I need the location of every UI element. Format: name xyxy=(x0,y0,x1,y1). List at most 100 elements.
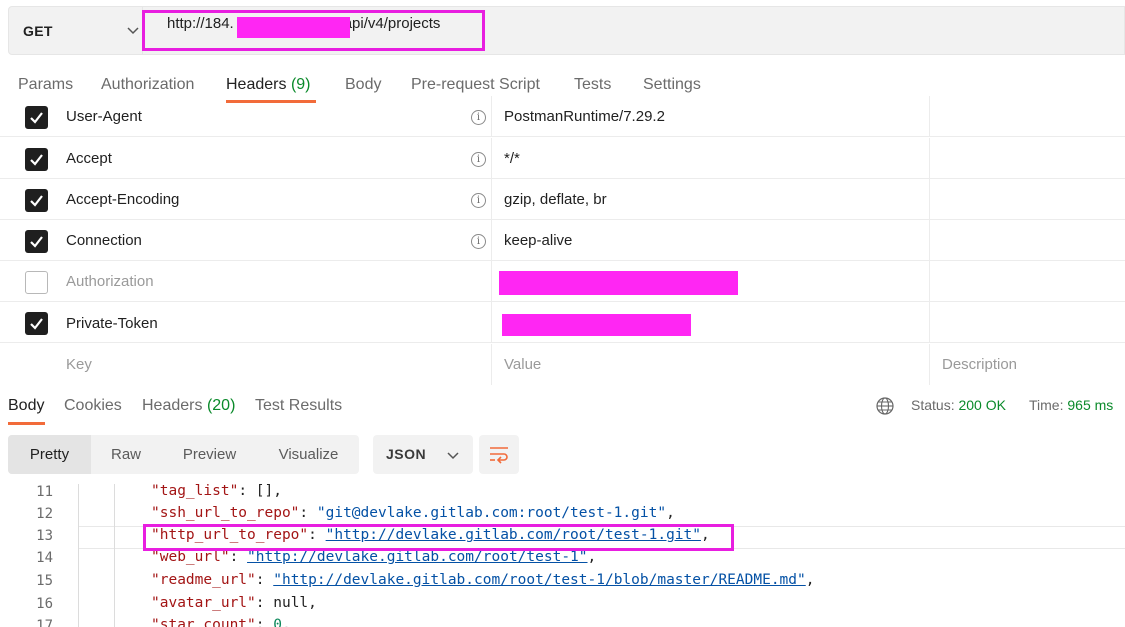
header-checkbox[interactable] xyxy=(25,312,48,335)
header-value[interactable]: PostmanRuntime/7.29.2 xyxy=(504,108,665,125)
code-text: "avatar_url": null, xyxy=(151,595,317,611)
format-label: JSON xyxy=(386,446,427,462)
tab-pre-request-script[interactable]: Pre-request Script xyxy=(411,76,540,94)
header-value[interactable]: */* xyxy=(504,150,520,167)
indent-guide xyxy=(78,571,79,594)
column-divider xyxy=(491,261,492,301)
column-divider xyxy=(929,138,930,178)
time-label: Time: xyxy=(1029,397,1064,413)
chevron-down-icon xyxy=(447,452,459,460)
tab-headers[interactable]: Headers (9) xyxy=(226,76,311,94)
check-icon xyxy=(30,236,43,248)
header-checkbox[interactable] xyxy=(25,230,48,253)
tab-response-body[interactable]: Body xyxy=(8,397,44,415)
url-highlight-box xyxy=(142,10,485,51)
key-placeholder[interactable]: Key xyxy=(66,356,92,373)
time-value[interactable]: 965 ms xyxy=(1067,397,1113,413)
line-number: 17 xyxy=(36,618,53,627)
view-visualize[interactable]: Visualize xyxy=(258,435,359,474)
tab-settings[interactable]: Settings xyxy=(643,76,701,94)
view-raw[interactable]: Raw xyxy=(91,435,161,474)
indent-guide xyxy=(78,548,79,571)
view-preview[interactable]: Preview xyxy=(161,435,258,474)
tab-tests[interactable]: Tests xyxy=(574,76,611,94)
table-row: Accept i */* xyxy=(0,138,1125,179)
column-divider xyxy=(491,302,492,342)
web-url-link[interactable]: "http://devlake.gitlab.com/root/test-1" xyxy=(247,549,587,565)
header-value[interactable]: gzip, deflate, br xyxy=(504,191,607,208)
value-placeholder[interactable]: Value xyxy=(504,356,541,373)
header-checkbox[interactable] xyxy=(25,189,48,212)
column-divider xyxy=(491,220,492,260)
header-key[interactable]: Private-Token xyxy=(66,315,158,332)
check-icon xyxy=(30,112,43,124)
indent-guide xyxy=(114,571,115,594)
response-body-code[interactable]: 11 "tag_list": [], 12 "ssh_url_to_repo":… xyxy=(0,484,1125,627)
header-checkbox[interactable] xyxy=(25,106,48,129)
line-number: 11 xyxy=(36,484,53,500)
column-divider xyxy=(929,96,930,136)
info-icon[interactable]: i xyxy=(471,110,486,125)
column-divider xyxy=(491,344,492,385)
info-icon[interactable]: i xyxy=(471,234,486,249)
header-key[interactable]: User-Agent xyxy=(66,108,142,125)
check-icon xyxy=(30,154,43,166)
header-key[interactable]: Accept xyxy=(66,150,112,167)
code-line: 17 "star_count": 0, xyxy=(0,616,1125,627)
line-number: 15 xyxy=(36,573,53,589)
response-time: Time: 965 ms xyxy=(1029,397,1113,413)
header-checkbox[interactable] xyxy=(25,148,48,171)
code-text: "star_count": 0, xyxy=(151,617,291,627)
header-key[interactable]: Accept-Encoding xyxy=(66,191,179,208)
view-pretty[interactable]: Pretty xyxy=(8,435,91,474)
code-line: 14 "web_url": "http://devlake.gitlab.com… xyxy=(0,548,1125,571)
response-tabs: Body Cookies Headers (20) Test Results S… xyxy=(0,395,1125,425)
indent-guide xyxy=(114,548,115,571)
header-key[interactable]: Authorization xyxy=(66,273,154,290)
globe-icon[interactable] xyxy=(876,397,894,415)
line-number: 16 xyxy=(36,596,53,612)
tab-authorization[interactable]: Authorization xyxy=(101,76,194,94)
method-label: GET xyxy=(23,22,53,39)
tab-test-results[interactable]: Test Results xyxy=(255,397,342,415)
wrap-lines-button[interactable] xyxy=(479,435,519,474)
info-icon[interactable]: i xyxy=(471,193,486,208)
table-row: Accept-Encoding i gzip, deflate, br xyxy=(0,179,1125,220)
column-divider xyxy=(929,179,930,219)
column-divider xyxy=(491,138,492,178)
code-text: "web_url": "http://devlake.gitlab.com/ro… xyxy=(151,549,597,565)
code-line: 16 "avatar_url": null, xyxy=(0,594,1125,617)
tab-body[interactable]: Body xyxy=(345,76,381,94)
code-text: "tag_list": [], xyxy=(151,484,282,499)
info-icon[interactable]: i xyxy=(471,152,486,167)
status-value[interactable]: 200 OK xyxy=(958,397,1005,413)
method-select[interactable]: GET xyxy=(8,6,143,55)
table-row: Authorization xyxy=(0,261,1125,302)
indent-guide xyxy=(114,526,115,549)
response-status: Status: 200 OK xyxy=(911,397,1006,413)
repo-url-highlight-box xyxy=(143,524,734,551)
code-text: "readme_url": "http://devlake.gitlab.com… xyxy=(151,572,815,588)
column-divider xyxy=(929,302,930,342)
code-line: 15 "readme_url": "http://devlake.gitlab.… xyxy=(0,571,1125,594)
format-select[interactable]: JSON xyxy=(373,435,473,474)
readme-url-link[interactable]: "http://devlake.gitlab.com/root/test-1/b… xyxy=(273,572,806,588)
indent-guide xyxy=(78,484,79,505)
column-divider xyxy=(929,344,930,385)
table-row: Connection i keep-alive xyxy=(0,220,1125,261)
column-divider xyxy=(929,261,930,301)
check-icon xyxy=(30,318,43,330)
indent-guide xyxy=(114,504,115,527)
table-row-new: Key Value Description xyxy=(0,344,1125,385)
header-key[interactable]: Connection xyxy=(66,232,142,249)
indent-guide xyxy=(114,616,115,627)
description-placeholder[interactable]: Description xyxy=(942,356,1017,373)
line-number: 13 xyxy=(36,528,53,544)
tab-params[interactable]: Params xyxy=(18,76,73,94)
status-label: Status: xyxy=(911,397,955,413)
header-value[interactable]: keep-alive xyxy=(504,232,572,249)
tab-cookies[interactable]: Cookies xyxy=(64,397,122,415)
tab-response-headers[interactable]: Headers (20) xyxy=(142,397,235,415)
header-checkbox[interactable] xyxy=(25,271,48,294)
indent-guide xyxy=(78,594,79,617)
